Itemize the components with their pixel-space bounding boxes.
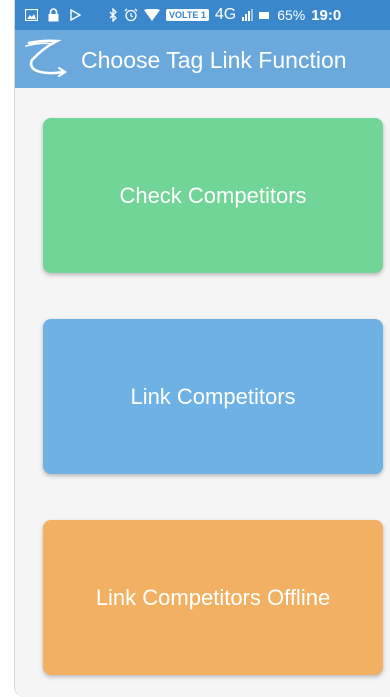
play-icon xyxy=(69,9,81,21)
signal-icon xyxy=(242,9,254,21)
bluetooth-icon xyxy=(109,8,118,22)
clock-time: 19:0 xyxy=(311,6,342,24)
status-left-icons xyxy=(15,8,81,22)
volte-badge: VOLTE 1 xyxy=(166,9,209,21)
phone-screen: VOLTE 1 4G 65% 19:0 Choose Tag Link Func… xyxy=(14,0,390,697)
app-bar: Choose Tag Link Function xyxy=(15,30,390,88)
status-bar: VOLTE 1 4G 65% 19:0 xyxy=(15,0,390,30)
lock-icon xyxy=(48,8,59,22)
alarm-icon xyxy=(124,8,138,22)
check-competitors-button[interactable]: Check Competitors xyxy=(43,118,383,273)
network-type: 4G xyxy=(214,6,237,23)
link-competitors-button[interactable]: Link Competitors xyxy=(43,319,383,474)
wifi-icon xyxy=(144,9,160,21)
link-competitors-offline-button[interactable]: Link Competitors Offline xyxy=(43,520,383,675)
page-title: Choose Tag Link Function xyxy=(81,47,347,73)
app-logo-icon[interactable] xyxy=(23,38,73,80)
status-right-icons: VOLTE 1 4G 65% 19:0 xyxy=(109,6,341,24)
function-list: Check Competitors Link Competitors Link … xyxy=(15,88,390,697)
battery-icon xyxy=(259,11,270,19)
screen: VOLTE 1 4G 65% 19:0 Choose Tag Link Func… xyxy=(0,0,390,697)
image-icon xyxy=(25,9,38,21)
battery-level: 65% xyxy=(277,7,306,23)
